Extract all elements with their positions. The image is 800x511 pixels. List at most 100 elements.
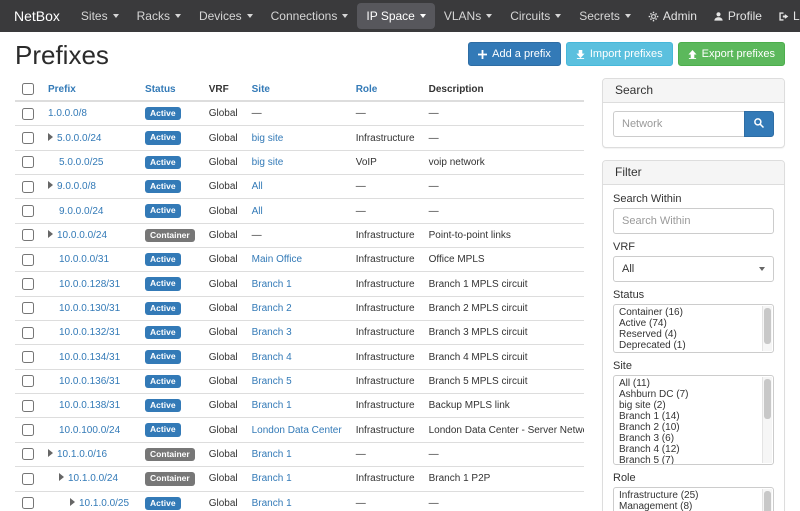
column-header-status[interactable]: Status <box>138 78 202 101</box>
nav-item-circuits[interactable]: Circuits <box>501 3 570 29</box>
export-prefixes-button[interactable]: Export prefixes <box>678 42 785 66</box>
select-all-checkbox[interactable] <box>22 83 34 95</box>
row-checkbox[interactable] <box>22 205 34 217</box>
site-link[interactable]: big site <box>252 133 284 144</box>
search-input[interactable] <box>613 111 744 137</box>
site-link[interactable]: Branch 1 <box>252 279 292 290</box>
site-link[interactable]: Branch 4 <box>252 352 292 363</box>
row-checkbox[interactable] <box>22 400 34 412</box>
prefix-link[interactable]: 10.0.0.134/31 <box>59 352 120 363</box>
listbox-option[interactable]: Deprecated (1) <box>617 340 759 351</box>
nav-item-connections[interactable]: Connections <box>262 3 358 29</box>
site-link[interactable]: Branch 5 <box>252 376 292 387</box>
prefix-link[interactable]: 10.0.0.0/24 <box>57 230 107 241</box>
listbox-option[interactable]: All (11) <box>617 378 759 389</box>
prefix-link[interactable]: 10.0.0.130/31 <box>59 303 120 314</box>
row-checkbox[interactable] <box>22 156 34 168</box>
listbox-option[interactable]: Branch 5 (7) <box>617 455 759 465</box>
prefix-link[interactable]: 5.0.0.0/24 <box>57 133 101 144</box>
column-header-site[interactable]: Site <box>245 78 349 101</box>
listbox-option[interactable]: Ashburn DC (7) <box>617 389 759 400</box>
site-link[interactable]: Branch 1 <box>252 473 292 484</box>
row-checkbox[interactable] <box>22 229 34 241</box>
prefix-link[interactable]: 10.1.0.0/25 <box>79 498 129 509</box>
prefix-link[interactable]: 5.0.0.0/25 <box>59 157 103 168</box>
site-link[interactable]: Branch 1 <box>252 400 292 411</box>
expand-toggle-icon[interactable] <box>48 449 53 457</box>
row-checkbox[interactable] <box>22 424 34 436</box>
scrollbar-thumb[interactable] <box>764 308 771 344</box>
expand-toggle-icon[interactable] <box>59 473 64 481</box>
import-prefixes-button[interactable]: Import prefixes <box>566 42 673 66</box>
prefix-link[interactable]: 1.0.0.0/8 <box>48 108 87 119</box>
listbox-option[interactable]: Active (74) <box>617 318 759 329</box>
listbox-option[interactable]: big site (2) <box>617 400 759 411</box>
row-checkbox[interactable] <box>22 302 34 314</box>
scrollbar-thumb[interactable] <box>764 379 771 419</box>
prefix-link[interactable]: 10.0.0.132/31 <box>59 327 120 338</box>
row-checkbox[interactable] <box>22 327 34 339</box>
listbox-option[interactable]: Branch 4 (12) <box>617 444 759 455</box>
listbox-option[interactable]: Container (16) <box>617 307 759 318</box>
column-header-prefix[interactable]: Prefix <box>41 78 138 101</box>
nav-item-ip-space[interactable]: IP Space <box>357 3 434 29</box>
expand-toggle-icon[interactable] <box>48 230 53 238</box>
nav-admin[interactable]: Admin <box>640 3 705 29</box>
expand-toggle-icon[interactable] <box>48 133 53 141</box>
expand-toggle-icon[interactable] <box>48 181 53 189</box>
listbox-option[interactable]: Management (8) <box>617 501 759 511</box>
nav-item-vlans[interactable]: VLANs <box>435 3 501 29</box>
row-checkbox[interactable] <box>22 375 34 387</box>
prefix-link[interactable]: 10.0.0.0/31 <box>59 254 109 265</box>
site-link[interactable]: London Data Center <box>252 425 342 436</box>
expand-toggle-icon[interactable] <box>70 498 75 506</box>
row-checkbox[interactable] <box>22 181 34 193</box>
listbox-option[interactable]: Branch 3 (6) <box>617 433 759 444</box>
scrollbar-thumb[interactable] <box>764 491 771 511</box>
prefix-link[interactable]: 10.0.0.138/31 <box>59 400 120 411</box>
row-checkbox[interactable] <box>22 108 34 120</box>
add-a-prefix-button[interactable]: Add a prefix <box>468 42 561 66</box>
prefix-link[interactable]: 10.0.100.0/24 <box>59 425 120 436</box>
site-link[interactable]: Main Office <box>252 254 302 265</box>
column-header-role[interactable]: Role <box>349 78 422 101</box>
listbox-option[interactable]: Reserved (4) <box>617 329 759 340</box>
site-listbox[interactable]: All (11)Ashburn DC (7)big site (2)Branch… <box>613 375 774 465</box>
search-button[interactable] <box>744 111 774 137</box>
nav-item-devices[interactable]: Devices <box>190 3 262 29</box>
prefix-link[interactable]: 9.0.0.0/24 <box>59 206 103 217</box>
nav-item-racks[interactable]: Racks <box>128 3 190 29</box>
row-checkbox[interactable] <box>22 254 34 266</box>
app-brand[interactable]: NetBox <box>8 8 72 24</box>
prefix-link[interactable]: 10.1.0.0/24 <box>68 473 118 484</box>
row-checkbox[interactable] <box>22 351 34 363</box>
site-link[interactable]: All <box>252 181 263 192</box>
nav-item-secrets[interactable]: Secrets <box>570 3 640 29</box>
row-checkbox[interactable] <box>22 132 34 144</box>
listbox-option[interactable]: Infrastructure (25) <box>617 490 759 501</box>
nav-profile[interactable]: Profile <box>705 3 770 29</box>
role-listbox[interactable]: Infrastructure (25)Management (8)Private… <box>613 487 774 511</box>
prefix-link[interactable]: 9.0.0.0/8 <box>57 181 96 192</box>
search-within-input[interactable] <box>613 208 774 234</box>
site-link[interactable]: Branch 2 <box>252 303 292 314</box>
listbox-option[interactable]: Branch 1 (14) <box>617 411 759 422</box>
prefix-link[interactable]: 10.0.0.128/31 <box>59 279 120 290</box>
vrf-select[interactable]: All <box>613 256 774 282</box>
row-checkbox[interactable] <box>22 497 34 509</box>
table-row: 5.0.0.0/24ActiveGlobalbig siteInfrastruc… <box>15 126 584 150</box>
prefix-link[interactable]: 10.1.0.0/16 <box>57 449 107 460</box>
status-listbox[interactable]: Container (16)Active (74)Reserved (4)Dep… <box>613 304 774 353</box>
row-checkbox[interactable] <box>22 278 34 290</box>
nav-logout[interactable]: Log out <box>770 3 800 29</box>
nav-item-sites[interactable]: Sites <box>72 3 128 29</box>
site-link[interactable]: big site <box>252 157 284 168</box>
row-checkbox[interactable] <box>22 448 34 460</box>
prefix-link[interactable]: 10.0.0.136/31 <box>59 376 120 387</box>
listbox-option[interactable]: Branch 2 (10) <box>617 422 759 433</box>
site-link[interactable]: Branch 1 <box>252 449 292 460</box>
row-checkbox[interactable] <box>22 473 34 485</box>
site-link[interactable]: Branch 1 <box>252 498 292 509</box>
site-link[interactable]: Branch 3 <box>252 327 292 338</box>
site-link[interactable]: All <box>252 206 263 217</box>
